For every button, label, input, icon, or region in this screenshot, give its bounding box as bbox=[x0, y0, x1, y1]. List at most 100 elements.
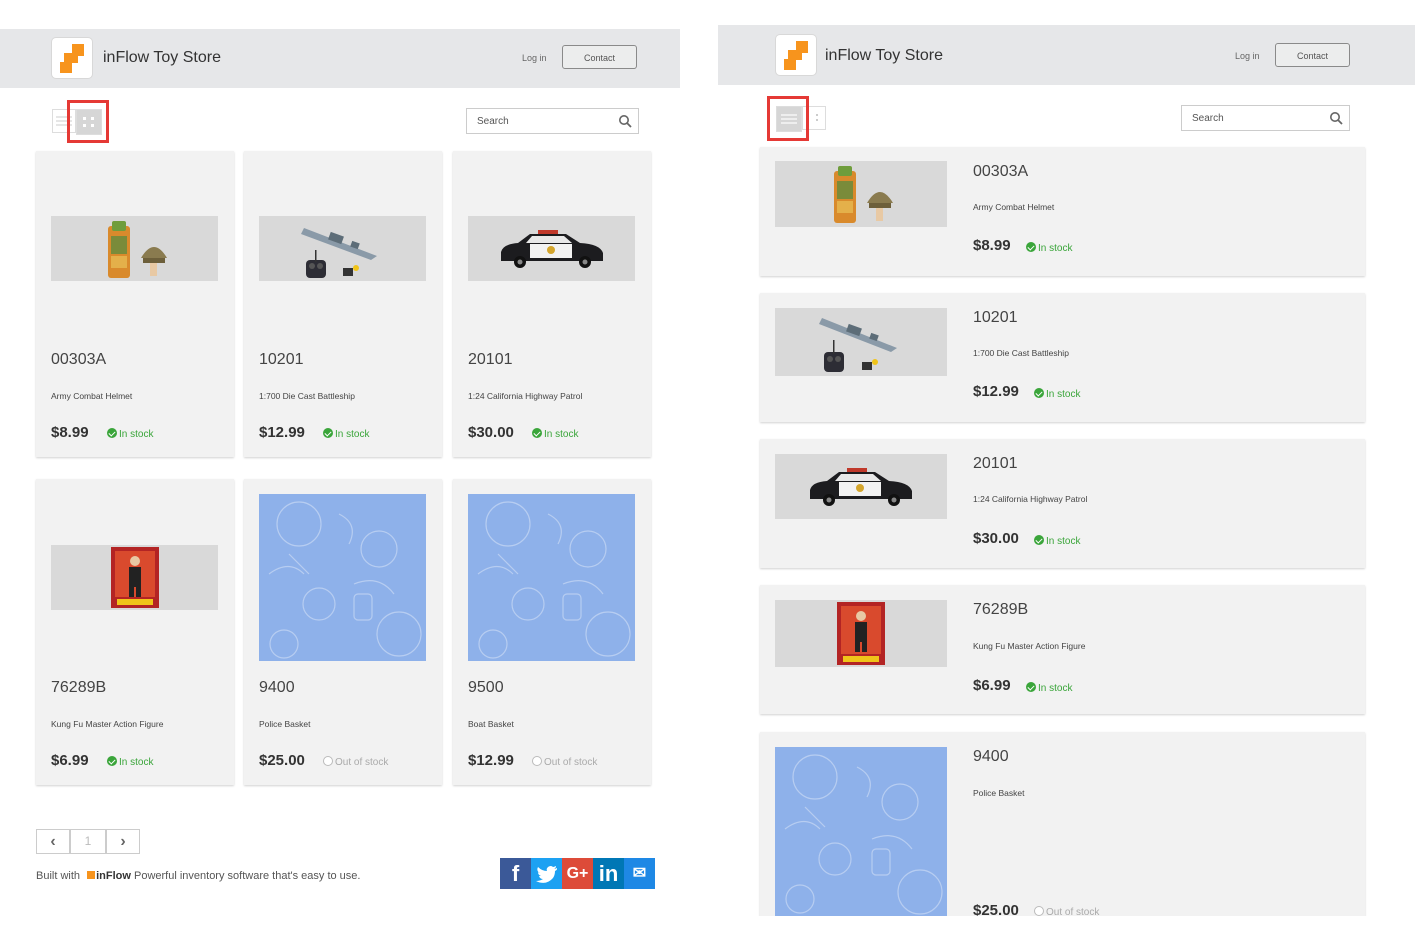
empty-circle-icon bbox=[1034, 906, 1044, 916]
placeholder-pattern bbox=[775, 747, 947, 916]
stock-label: Out of stock bbox=[335, 757, 389, 768]
facebook-share-button[interactable]: f bbox=[500, 858, 531, 889]
product-sku[interactable]: 9400 bbox=[973, 748, 1009, 766]
product-image[interactable] bbox=[259, 216, 426, 281]
linkedin-share-button[interactable]: in bbox=[593, 858, 624, 889]
footer-credit: Built with inFlow Powerful inventory sof… bbox=[36, 870, 360, 882]
twitter-share-button[interactable] bbox=[531, 858, 562, 889]
product-name[interactable]: Army Combat Helmet bbox=[973, 202, 1054, 212]
product-image[interactable] bbox=[51, 216, 218, 281]
store-name[interactable]: inFlow Toy Store bbox=[103, 49, 221, 67]
product-card[interactable]: 10201 1:700 Die Cast Battleship $12.99 I… bbox=[244, 151, 442, 457]
check-circle-icon bbox=[532, 428, 542, 438]
product-row[interactable]: 76289B Kung Fu Master Action Figure $6.9… bbox=[760, 585, 1365, 714]
product-image[interactable] bbox=[775, 454, 947, 519]
product-image[interactable] bbox=[775, 747, 947, 916]
product-card[interactable]: 9500 Boat Basket $12.99 Out of stock bbox=[453, 479, 651, 785]
site-header: inFlow Toy Store Log in Contact bbox=[0, 29, 680, 88]
stock-status: In stock bbox=[107, 756, 153, 768]
stock-status: In stock bbox=[1034, 388, 1080, 400]
product-row[interactable]: 00303A Army Combat Helmet $8.99 In stock bbox=[760, 147, 1365, 276]
login-link[interactable]: Log in bbox=[1235, 51, 1260, 61]
product-card[interactable]: 00303A Army Combat Helmet $8.99 In stock bbox=[36, 151, 234, 457]
action-figure-product-photo bbox=[837, 602, 885, 665]
product-name[interactable]: 1:700 Die Cast Battleship bbox=[259, 391, 355, 401]
login-link[interactable]: Log in bbox=[522, 53, 547, 63]
check-circle-icon bbox=[1034, 535, 1044, 545]
contact-button[interactable]: Contact bbox=[1275, 43, 1350, 67]
product-row[interactable]: 10201 1:700 Die Cast Battleship $12.99 I… bbox=[760, 293, 1365, 422]
product-card[interactable]: 9400 Police Basket $25.00 Out of stock bbox=[244, 479, 442, 785]
product-price: $12.99 bbox=[259, 424, 305, 441]
product-sku[interactable]: 76289B bbox=[51, 679, 106, 697]
product-sku[interactable]: 20101 bbox=[973, 455, 1018, 473]
highlight-annotation bbox=[767, 96, 809, 141]
product-name[interactable]: 1:700 Die Cast Battleship bbox=[973, 348, 1069, 358]
product-card[interactable]: 20101 1:24 California Highway Patrol $30… bbox=[453, 151, 651, 457]
product-name[interactable]: Police Basket bbox=[259, 719, 311, 729]
inflow-brand[interactable]: inFlow bbox=[96, 870, 131, 882]
product-sku[interactable]: 10201 bbox=[973, 309, 1018, 327]
stock-status: In stock bbox=[1026, 242, 1072, 254]
email-icon: ✉ bbox=[632, 865, 647, 882]
product-sku[interactable]: 00303A bbox=[51, 351, 106, 369]
current-page[interactable]: 1 bbox=[70, 829, 106, 854]
product-image[interactable] bbox=[259, 494, 426, 661]
search-placeholder: Search bbox=[1192, 113, 1224, 124]
product-image[interactable] bbox=[775, 161, 947, 227]
stock-status: Out of stock bbox=[1034, 906, 1099, 916]
product-image[interactable] bbox=[468, 216, 635, 281]
product-name[interactable]: 1:24 California Highway Patrol bbox=[973, 494, 1087, 504]
product-price: $12.99 bbox=[973, 383, 1019, 400]
inflow-logo-icon[interactable] bbox=[87, 871, 96, 879]
stock-label: In stock bbox=[1038, 683, 1073, 694]
stock-status: In stock bbox=[532, 428, 578, 440]
product-card[interactable]: 76289B Kung Fu Master Action Figure $6.9… bbox=[36, 479, 234, 785]
search-icon[interactable] bbox=[618, 114, 632, 128]
product-sku[interactable]: 10201 bbox=[259, 351, 304, 369]
product-row[interactable]: 20101 1:24 California Highway Patrol $30… bbox=[760, 439, 1365, 568]
product-sku[interactable]: 76289B bbox=[973, 601, 1028, 619]
stock-label: In stock bbox=[335, 429, 370, 440]
product-name[interactable]: 1:24 California Highway Patrol bbox=[468, 391, 582, 401]
store-name[interactable]: inFlow Toy Store bbox=[825, 47, 943, 65]
product-sku[interactable]: 9400 bbox=[259, 679, 295, 697]
police-car-product-photo bbox=[501, 230, 603, 268]
email-share-button[interactable]: ✉ bbox=[624, 858, 655, 889]
search-field[interactable]: Search bbox=[466, 108, 639, 134]
next-page-button[interactable]: › bbox=[106, 829, 140, 854]
stock-label: In stock bbox=[1046, 389, 1081, 400]
product-name[interactable]: Kung Fu Master Action Figure bbox=[973, 641, 1085, 651]
store-logo[interactable] bbox=[776, 35, 816, 75]
product-sku[interactable]: 20101 bbox=[468, 351, 513, 369]
check-circle-icon bbox=[107, 756, 117, 766]
product-image[interactable] bbox=[51, 545, 218, 610]
product-image[interactable] bbox=[775, 308, 947, 376]
site-header: inFlow Toy Store Log in Contact bbox=[718, 25, 1415, 85]
stock-status: In stock bbox=[1026, 682, 1072, 694]
prev-page-button[interactable]: ‹ bbox=[36, 829, 70, 854]
search-icon[interactable] bbox=[1329, 111, 1343, 125]
search-field[interactable]: Search bbox=[1181, 105, 1350, 131]
google-plus-icon: G+ bbox=[566, 865, 589, 882]
product-name[interactable]: Boat Basket bbox=[468, 719, 514, 729]
store-logo[interactable] bbox=[52, 38, 92, 78]
product-image[interactable] bbox=[775, 600, 947, 667]
product-row[interactable]: 9400 Police Basket $25.00 Out of stock bbox=[760, 732, 1365, 916]
search-placeholder: Search bbox=[477, 116, 509, 127]
product-name[interactable]: Army Combat Helmet bbox=[51, 391, 132, 401]
product-price: $6.99 bbox=[51, 752, 89, 769]
product-price: $8.99 bbox=[973, 237, 1011, 254]
product-name[interactable]: Police Basket bbox=[973, 788, 1025, 798]
contact-button[interactable]: Contact bbox=[562, 45, 637, 69]
stock-label: Out of stock bbox=[1046, 907, 1100, 916]
product-name[interactable]: Kung Fu Master Action Figure bbox=[51, 719, 163, 729]
action-figure-product-photo bbox=[111, 547, 159, 608]
product-sku[interactable]: 00303A bbox=[973, 163, 1028, 181]
product-image[interactable] bbox=[468, 494, 635, 661]
product-sku[interactable]: 9500 bbox=[468, 679, 504, 697]
product-price: $25.00 bbox=[973, 902, 1019, 916]
footer-tagline: Powerful inventory software that's easy … bbox=[133, 870, 361, 882]
google-plus-share-button[interactable]: G+ bbox=[562, 858, 593, 889]
product-price: $6.99 bbox=[973, 677, 1011, 694]
